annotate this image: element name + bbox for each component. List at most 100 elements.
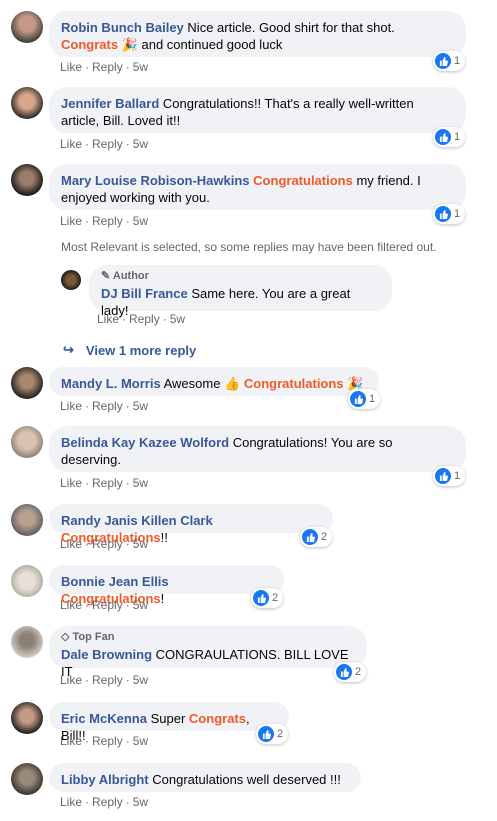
comment-author[interactable]: Mandy L. Morris <box>61 376 161 391</box>
reply-link[interactable]: Reply <box>129 312 160 326</box>
avatar[interactable] <box>61 270 81 290</box>
reply-link[interactable]: Reply <box>92 537 123 551</box>
timestamp[interactable]: 5w <box>133 537 148 551</box>
avatar[interactable] <box>11 164 43 196</box>
avatar[interactable] <box>11 426 43 458</box>
like-icon <box>435 129 451 145</box>
comment-text: Super <box>150 711 189 726</box>
top-fan-badge-label: Top Fan <box>72 631 115 643</box>
comment-bubble: Belinda Kay Kazee Wolford Congratulation… <box>49 426 466 472</box>
separator: · <box>125 399 130 413</box>
comment-author[interactable]: Eric McKenna <box>61 711 147 726</box>
like-link[interactable]: Like <box>60 795 82 809</box>
timestamp[interactable]: 5w <box>133 673 148 687</box>
timestamp[interactable]: 5w <box>170 312 185 326</box>
avatar[interactable] <box>11 565 43 597</box>
reply-link[interactable]: Reply <box>92 399 123 413</box>
reaction-count[interactable]: 2 <box>334 662 367 682</box>
like-icon <box>435 206 451 222</box>
reaction-count[interactable]: 2 <box>256 724 289 744</box>
avatar[interactable] <box>11 504 43 536</box>
avatar[interactable] <box>11 702 43 734</box>
comment-actions: Like · Reply · 5w <box>60 537 148 551</box>
avatar[interactable] <box>11 626 43 658</box>
reaction-number: 2 <box>355 666 362 678</box>
separator: · <box>125 476 130 490</box>
view-more-label: View 1 more reply <box>85 342 197 358</box>
pencil-icon: ✎ <box>101 270 111 282</box>
reaction-count[interactable]: 1 <box>433 51 466 71</box>
reply-author[interactable]: DJ Bill France <box>101 286 188 301</box>
reaction-number: 2 <box>272 592 279 604</box>
comment-actions: Like · Reply · 5w <box>60 137 148 151</box>
timestamp[interactable]: 5w <box>133 734 148 748</box>
comment-author[interactable]: Jennifer Ballard <box>61 96 159 111</box>
like-link[interactable]: Like <box>60 214 82 228</box>
avatar[interactable] <box>11 87 43 119</box>
timestamp[interactable]: 5w <box>133 137 148 151</box>
reaction-count[interactable]: 1 <box>433 204 466 224</box>
reply-link[interactable]: Reply <box>92 137 123 151</box>
separator: · <box>85 537 90 551</box>
party-popper-icon: 🎉 <box>121 37 138 52</box>
reaction-count[interactable]: 2 <box>251 588 284 608</box>
timestamp[interactable]: 5w <box>133 399 148 413</box>
timestamp[interactable]: 5w <box>133 795 148 809</box>
reply-link[interactable]: Reply <box>92 598 123 612</box>
comment-author[interactable]: Mary Louise Robison-Hawkins <box>61 173 250 188</box>
comment-author[interactable]: Bonnie Jean Ellis <box>61 574 169 589</box>
comment-actions: Like · Reply · 5w <box>60 795 148 809</box>
comment-text: Congratulations well deserved !!! <box>152 772 341 787</box>
comment-author[interactable]: Belinda Kay Kazee Wolford <box>61 435 229 450</box>
diamond-icon: ◇ <box>61 631 70 643</box>
avatar[interactable] <box>11 11 43 43</box>
comment-author[interactable]: Dale Browning <box>61 647 152 662</box>
reply-link[interactable]: Reply <box>92 795 123 809</box>
comment-text: ! <box>160 591 165 606</box>
like-link[interactable]: Like <box>60 598 82 612</box>
separator: · <box>85 137 90 151</box>
reply-link[interactable]: Reply <box>92 60 123 74</box>
like-link[interactable]: Like <box>60 537 82 551</box>
comment-actions: Like · Reply · 5w <box>60 60 148 74</box>
timestamp[interactable]: 5w <box>133 476 148 490</box>
avatar[interactable] <box>11 763 43 795</box>
reply-link[interactable]: Reply <box>92 214 123 228</box>
reaction-count[interactable]: 2 <box>300 527 333 547</box>
timestamp[interactable]: 5w <box>133 598 148 612</box>
separator: · <box>85 476 90 490</box>
timestamp[interactable]: 5w <box>133 214 148 228</box>
reply-link[interactable]: Reply <box>92 476 123 490</box>
reaction-count[interactable]: 1 <box>433 466 466 486</box>
reply-actions: Like · Reply · 5w <box>97 312 185 326</box>
like-icon <box>302 529 318 545</box>
reaction-count[interactable]: 1 <box>433 127 466 147</box>
comment-author[interactable]: Robin Bunch Bailey <box>61 20 184 35</box>
view-more-replies[interactable]: ↪ View 1 more reply <box>63 342 196 358</box>
congrats-highlight[interactable]: Congratulations <box>253 173 353 188</box>
timestamp[interactable]: 5w <box>133 60 148 74</box>
like-link[interactable]: Like <box>60 137 82 151</box>
comment-author[interactable]: Libby Albright <box>61 772 149 787</box>
reply-bubble: ✎ Author DJ Bill France Same here. You a… <box>89 265 392 318</box>
congrats-highlight[interactable]: Congrats <box>61 37 118 52</box>
reaction-number: 1 <box>454 208 461 220</box>
like-link[interactable]: Like <box>60 673 82 687</box>
reply-link[interactable]: Reply <box>92 673 123 687</box>
reaction-number: 2 <box>277 728 284 740</box>
like-link[interactable]: Like <box>97 312 119 326</box>
congrats-highlight[interactable]: Congratulations <box>244 376 344 391</box>
comment-author[interactable]: Randy Janis Killen Clark <box>61 513 213 528</box>
avatar[interactable] <box>11 367 43 399</box>
reaction-number: 1 <box>454 470 461 482</box>
comment-actions: Like · Reply · 5w <box>60 673 148 687</box>
reply-link[interactable]: Reply <box>92 734 123 748</box>
like-link[interactable]: Like <box>60 734 82 748</box>
congrats-highlight[interactable]: Congrats <box>189 711 246 726</box>
like-link[interactable]: Like <box>60 399 82 413</box>
separator: · <box>125 795 130 809</box>
like-link[interactable]: Like <box>60 60 82 74</box>
separator: · <box>85 399 90 413</box>
reaction-count[interactable]: 1 <box>348 389 381 409</box>
like-link[interactable]: Like <box>60 476 82 490</box>
